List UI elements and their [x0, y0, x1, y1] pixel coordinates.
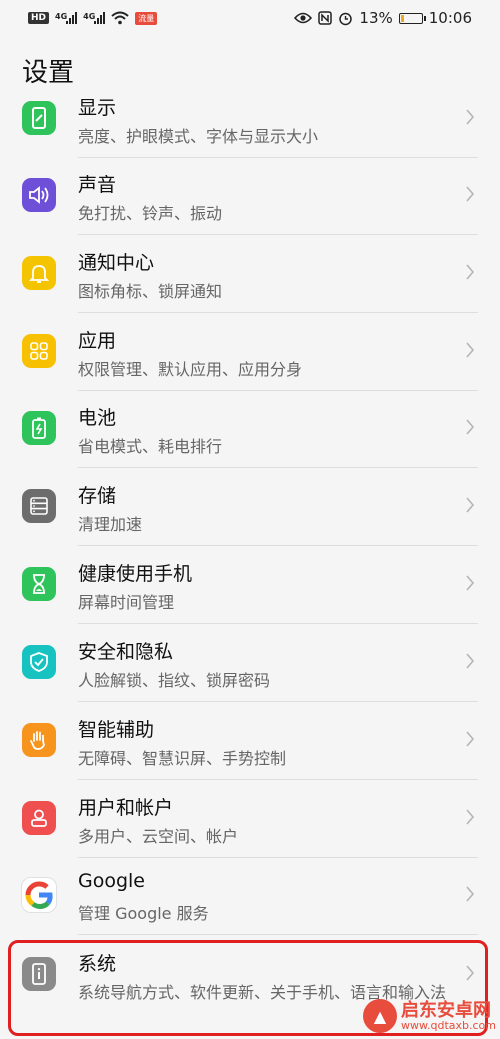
data-badge: 流量	[135, 11, 158, 25]
chevron-right-icon	[466, 264, 475, 280]
settings-item-title: 电池	[78, 407, 117, 429]
alarm-icon	[339, 12, 353, 25]
battery-icon	[398, 12, 426, 24]
chevron-right-icon	[466, 809, 475, 825]
settings-item-title: 显示	[78, 98, 117, 119]
status-bar: HD 4G 4G 流量 13% 10:06	[0, 0, 500, 36]
chevron-right-icon	[466, 731, 475, 747]
settings-item[interactable]: 显示亮度、护眼模式、字体与显示大小	[0, 98, 500, 158]
settings-item[interactable]: 声音免打扰、铃声、振动	[0, 157, 500, 235]
settings-item[interactable]: 电池省电模式、耗电排行	[0, 390, 500, 468]
settings-item-title: 声音	[78, 174, 117, 196]
settings-item[interactable]: 应用权限管理、默认应用、应用分身	[0, 313, 500, 391]
hd-badge: HD	[28, 12, 50, 24]
divider	[78, 934, 478, 935]
clock: 10:06	[428, 9, 472, 27]
bell-icon	[22, 256, 56, 290]
hourglass-icon	[22, 567, 56, 601]
user-icon	[22, 801, 56, 835]
settings-item-title: 用户和帐户	[78, 797, 174, 819]
settings-item-title: 通知中心	[78, 252, 155, 274]
settings-item-subtitle: 无障碍、智慧识屏、手势控制	[78, 749, 287, 768]
signal-icon: 4G	[55, 12, 78, 24]
apps-icon	[22, 334, 56, 368]
display-icon	[22, 101, 56, 135]
settings-item[interactable]: 存储 清理加速	[0, 468, 500, 546]
settings-item-subtitle: 屏幕时间管理	[78, 593, 175, 612]
nfc-icon	[318, 11, 333, 25]
settings-item-title: 智能辅助	[78, 719, 155, 741]
chevron-right-icon	[466, 965, 475, 981]
watermark-url: www.qdtaxb.com	[401, 1018, 496, 1032]
watermark-logo: ▲	[363, 999, 398, 1033]
settings-item[interactable]: 通知中心图标角标、锁屏通知	[0, 235, 500, 313]
settings-item-subtitle: 管理 Google 服务	[78, 904, 209, 923]
settings-item-subtitle: 多用户、云空间、帐户	[78, 827, 239, 846]
settings-item-title: 存储	[78, 485, 117, 507]
settings-item-subtitle: 图标角标、锁屏通知	[78, 282, 223, 301]
battery-icon	[22, 411, 56, 445]
chevron-right-icon	[466, 497, 475, 513]
page-title: 设置	[22, 58, 75, 88]
chevron-right-icon	[466, 575, 475, 591]
settings-item[interactable]: 智能辅助无障碍、智慧识屏、手势控制	[0, 702, 500, 780]
wifi-icon	[111, 11, 129, 25]
chevron-right-icon	[466, 186, 475, 202]
settings-item-title: 健康使用手机	[78, 563, 193, 585]
settings-item[interactable]: 健康使用手机 屏幕时间管理	[0, 546, 500, 624]
settings-item[interactable]: Google 管理 Google 服务	[0, 857, 500, 935]
signal-icon-2: 4G	[83, 12, 106, 24]
sound-icon	[22, 178, 56, 212]
battery-percent: 13%	[359, 9, 393, 27]
settings-item-title: 系统	[78, 953, 117, 975]
chevron-right-icon	[466, 342, 475, 358]
settings-item-subtitle: 权限管理、默认应用、应用分身	[78, 360, 303, 379]
settings-item-subtitle: 省电模式、耗电排行	[78, 437, 223, 456]
settings-item[interactable]: 用户和帐户多用户、云空间、帐户	[0, 780, 500, 858]
settings-item-subtitle: 免打扰、铃声、振动	[78, 204, 223, 223]
chevron-right-icon	[466, 109, 475, 125]
chevron-right-icon	[466, 653, 475, 669]
eye-icon	[294, 12, 313, 24]
chevron-right-icon	[466, 886, 475, 902]
status-bar-right: 13% 10:06	[294, 9, 472, 27]
status-bar-left: HD 4G 4G 流量	[28, 11, 158, 25]
settings-list[interactable]: 显示亮度、护眼模式、字体与显示大小 声音免打扰、铃声、振动 通知中心图标角标、锁屏通…	[0, 98, 500, 1039]
settings-item-subtitle: 人脸解锁、指纹、锁屏密码	[78, 671, 271, 690]
settings-item-title: Google	[78, 870, 146, 892]
settings-item-subtitle: 清理加速	[78, 515, 143, 534]
storage-icon	[22, 489, 56, 523]
google-icon	[22, 878, 56, 912]
watermark-name: 启东安卓网	[401, 999, 492, 1021]
shield-icon	[22, 645, 56, 679]
chevron-right-icon	[466, 419, 475, 435]
settings-item-title: 应用	[78, 330, 117, 352]
settings-item[interactable]: 安全和隐私人脸解锁、指纹、锁屏密码	[0, 624, 500, 702]
settings-item-subtitle: 亮度、护眼模式、字体与显示大小	[78, 127, 319, 146]
watermark: ▲ 启东安卓网 www.qdtaxb.com	[363, 999, 496, 1033]
settings-item-title: 安全和隐私	[78, 641, 174, 663]
hand-icon	[22, 723, 56, 757]
system-info-icon	[22, 957, 56, 991]
